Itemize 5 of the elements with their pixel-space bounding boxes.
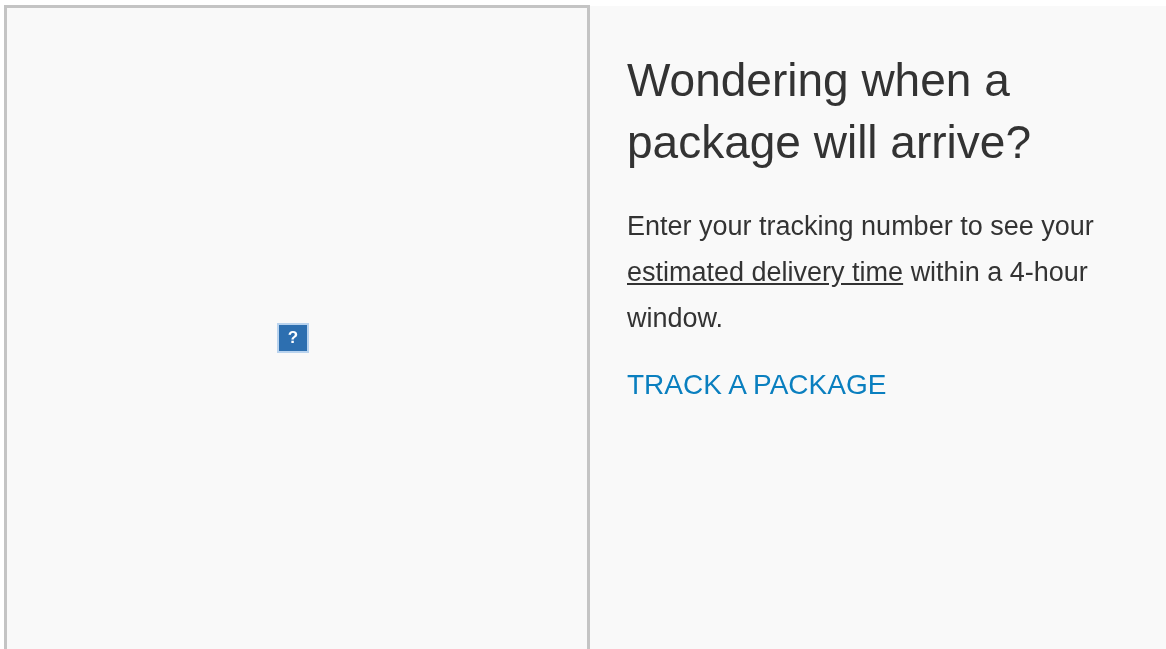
promo-description: Enter your tracking number to see your estimated delivery time within a 4-hour window. — [627, 210, 1095, 335]
track-package-link[interactable]: TRACK A PACKAGE — [627, 365, 887, 405]
broken-image-icon: ? — [277, 322, 309, 353]
promo-heading: Wondering when a package will arrive? — [627, 53, 1032, 170]
delivery-time-link[interactable]: estimated delivery time — [627, 257, 904, 287]
